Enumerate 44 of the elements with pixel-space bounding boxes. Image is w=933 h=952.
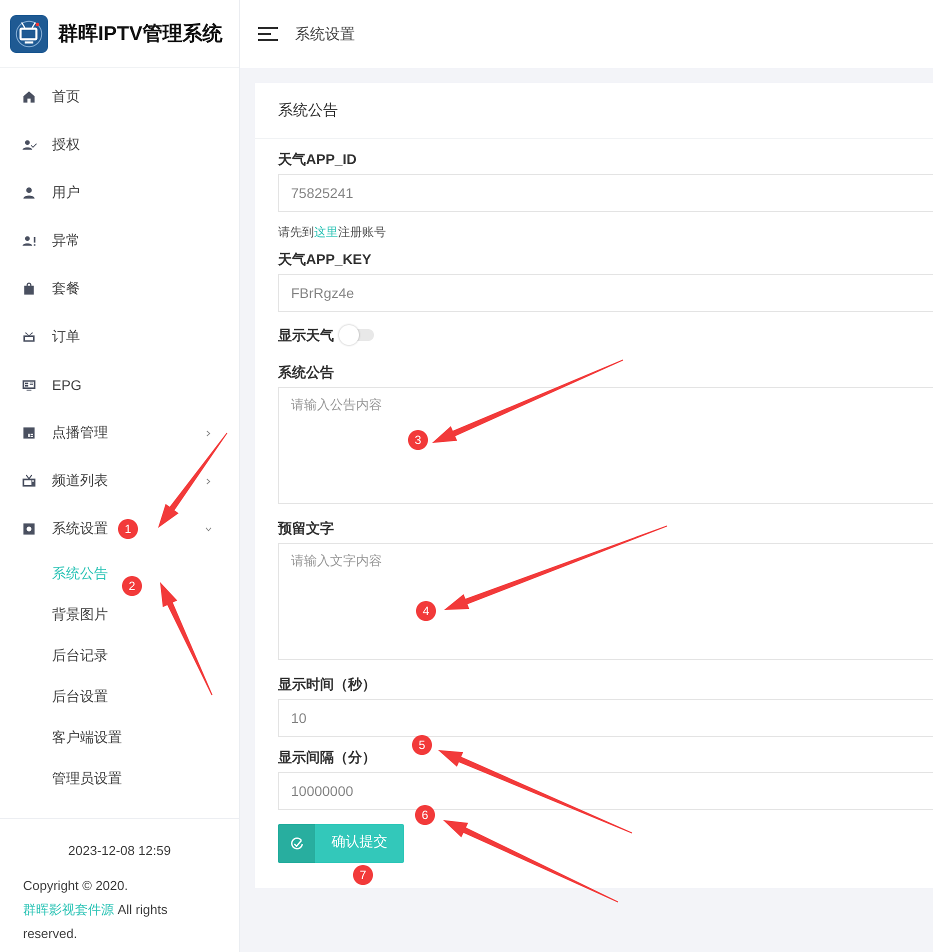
field-label: 显示时间（秒）	[278, 675, 377, 694]
field-label: 显示天气	[278, 326, 334, 345]
submenu-item[interactable]: 客户端设置	[52, 729, 122, 745]
user-check-icon	[21, 137, 37, 153]
nav-item[interactable]: 频道列表	[52, 472, 108, 490]
menu-icon[interactable]	[258, 26, 278, 42]
help-text: 请先到这里注册账号	[278, 224, 387, 241]
user-icon	[21, 185, 37, 201]
field-label: 系统公告	[278, 363, 335, 382]
field-label: 预留文字	[278, 519, 335, 538]
nav-item[interactable]: 系统设置	[52, 520, 108, 538]
monitor-icon	[21, 377, 37, 393]
nav-item[interactable]: 点播管理	[52, 424, 108, 442]
nav-item[interactable]: 订单	[52, 328, 80, 346]
nav-item[interactable]: 异常	[52, 232, 80, 250]
nav-item[interactable]: EPG	[52, 377, 82, 393]
tv-icon	[21, 473, 37, 489]
nav-item[interactable]: 套餐	[52, 280, 80, 298]
input-field[interactable]: 75825241	[278, 174, 933, 212]
script-file-icon	[21, 425, 37, 441]
copyright-text: Copyright © 2020. 群晖影视套件源 All rights reserved.	[23, 877, 168, 943]
page-title: 系统设置	[295, 24, 355, 44]
field-label: 天气APP_ID	[278, 150, 358, 169]
input-field[interactable]: 10000000	[278, 772, 933, 810]
input-field[interactable]: 10	[278, 699, 933, 737]
submenu-item[interactable]: 后台记录	[52, 647, 108, 663]
app-title: 群晖IPTV管理系统	[58, 22, 222, 47]
check-circle-icon	[290, 836, 304, 850]
home-icon	[21, 89, 37, 105]
nav-item[interactable]: 授权	[52, 136, 80, 154]
field-label: 天气APP_KEY	[278, 250, 372, 269]
datetime-text: 2023-12-08 12:59	[67, 843, 172, 858]
bag-icon	[21, 281, 37, 297]
field-label: 显示间隔（分）	[278, 748, 377, 767]
submenu-item[interactable]: 背景图片	[52, 606, 108, 622]
user-alert-icon	[21, 233, 37, 249]
card-title: 系统公告	[278, 101, 338, 120]
input-field[interactable]: FBrRgz4e	[278, 274, 933, 312]
nav-item[interactable]: 用户	[52, 184, 80, 202]
nav-item[interactable]: 首页	[52, 88, 80, 106]
toggle-switch[interactable]	[338, 324, 374, 346]
submenu-item[interactable]: 管理员设置	[52, 770, 122, 786]
tv-logo-icon	[10, 14, 48, 52]
submenu-item[interactable]: 后台设置	[52, 688, 108, 704]
